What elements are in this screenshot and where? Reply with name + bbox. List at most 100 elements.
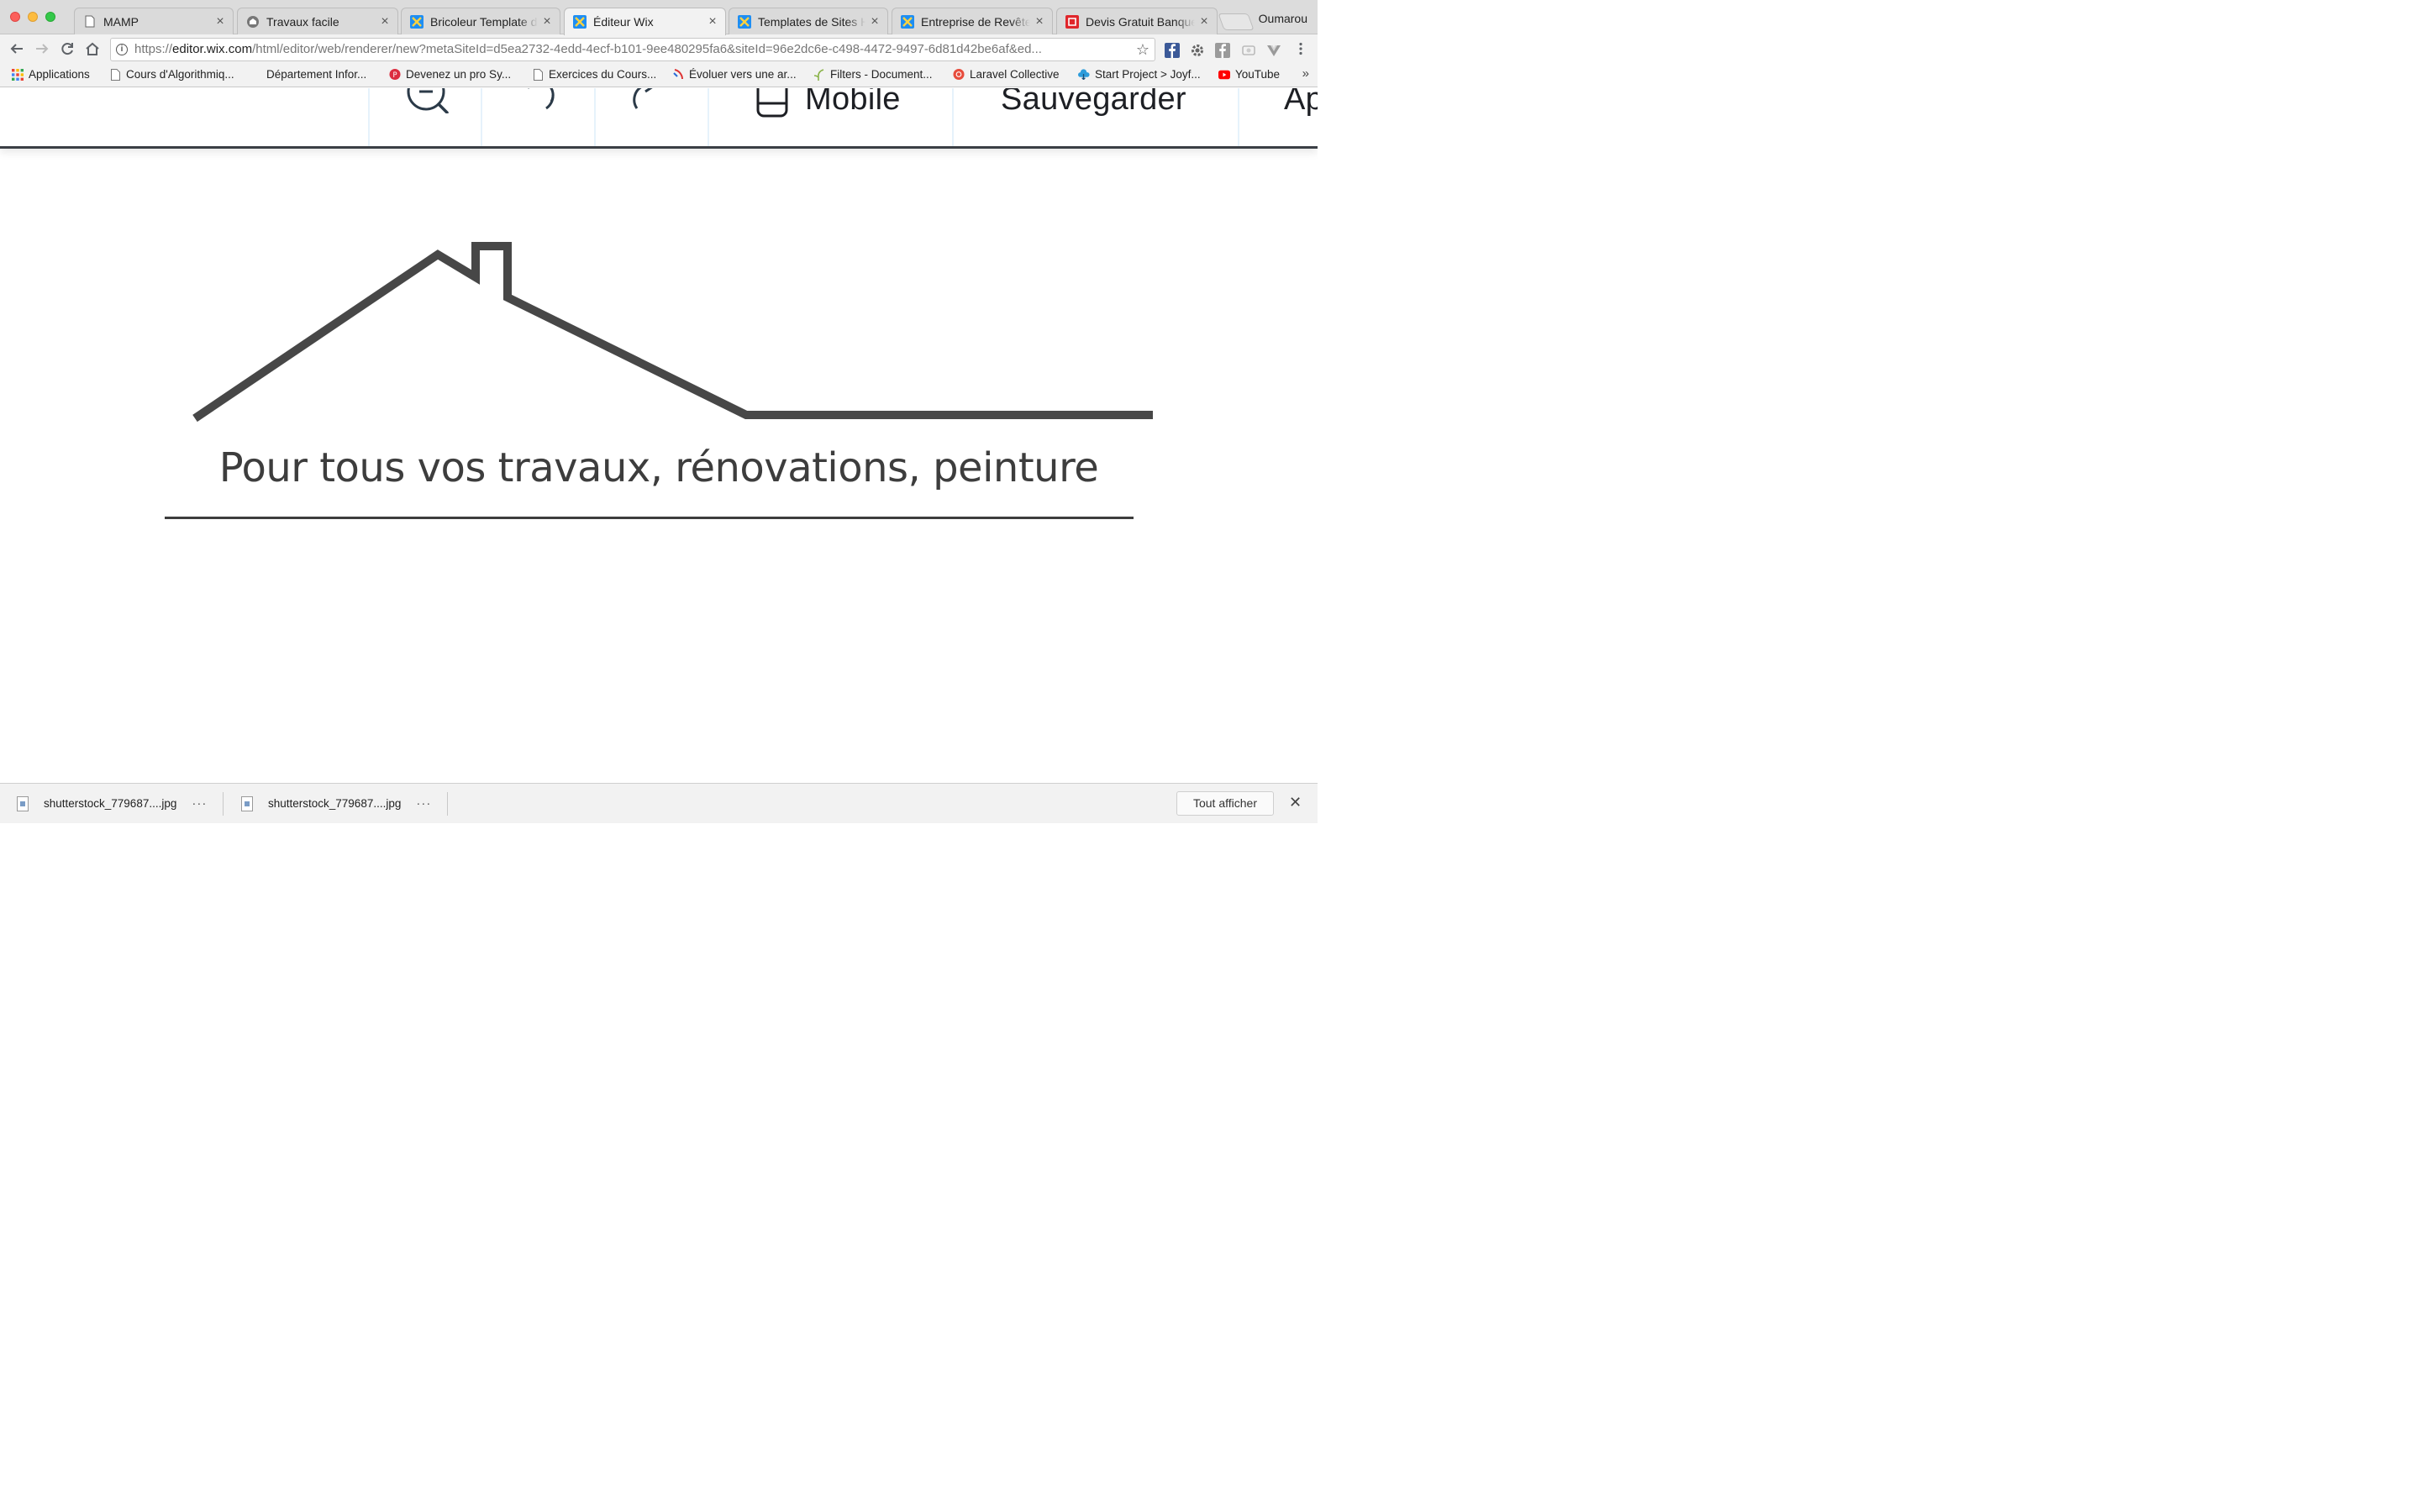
- browser-window: MAMP × Travaux facile × Bricoleur Templa…: [0, 0, 1318, 823]
- bookmark-exercices-cours[interactable]: Exercices du Cours...: [532, 68, 656, 81]
- close-shelf-icon[interactable]: ✕: [1289, 794, 1302, 811]
- close-tab-icon[interactable]: ×: [869, 14, 881, 29]
- bookmark-label: Laravel Collective: [970, 68, 1060, 81]
- minimize-window-button[interactable]: [28, 12, 38, 22]
- bookmark-label: Cours d'Algorithmiq...: [126, 68, 234, 81]
- close-window-button[interactable]: [10, 12, 20, 22]
- close-tab-icon[interactable]: ×: [1198, 14, 1210, 29]
- bookmark-applications[interactable]: Applications: [12, 68, 90, 81]
- tab-title: Bricoleur Template de: [430, 14, 538, 29]
- tab-title: Entreprise de Revêtem: [921, 14, 1030, 29]
- wix-icon: [573, 15, 587, 29]
- new-tab-button[interactable]: [1218, 13, 1255, 30]
- tab-title: Templates de Sites HT: [758, 14, 865, 29]
- bookmark-label: YouTube: [1235, 68, 1281, 81]
- download-item[interactable]: shutterstock_779687....jpg ···: [241, 784, 431, 823]
- gear-extension-icon[interactable]: [1190, 43, 1205, 58]
- facebook-extension-icon[interactable]: [1165, 43, 1180, 58]
- show-all-downloads-button[interactable]: Tout afficher: [1176, 791, 1274, 816]
- forward-button[interactable]: [34, 41, 50, 58]
- download-divider: [223, 792, 224, 816]
- tab-travaux-facile[interactable]: Travaux facile ×: [237, 8, 398, 34]
- download-filename: shutterstock_779687....jpg: [44, 797, 177, 810]
- back-arrow-icon: [10, 44, 23, 54]
- tab-templates-sites[interactable]: Templates de Sites HT ×: [729, 8, 888, 34]
- profile-name[interactable]: Oumarou: [1259, 12, 1307, 25]
- bookmark-label: Filters - Document...: [830, 68, 933, 81]
- tab-devis-gratuit[interactable]: Devis Gratuit Banque ×: [1056, 8, 1218, 34]
- bookmark-departement-info[interactable]: Département Infor...: [266, 68, 366, 81]
- page-icon: [532, 68, 544, 81]
- close-tab-icon[interactable]: ×: [379, 14, 391, 29]
- page-content: Mobile Sauvegarder Ap Pour tous vos trav…: [0, 88, 1318, 783]
- close-tab-icon[interactable]: ×: [707, 14, 718, 29]
- screen-capture-extension-icon[interactable]: [1241, 43, 1256, 58]
- bookmark-label: Applications: [29, 68, 90, 81]
- home-icon: [86, 42, 99, 55]
- download-options-icon[interactable]: ···: [416, 796, 431, 811]
- download-item[interactable]: shutterstock_779687....jpg ···: [17, 784, 207, 823]
- home-button[interactable]: [84, 41, 101, 58]
- address-bar[interactable]: i https://editor.wix.com/html/editor/web…: [110, 38, 1155, 61]
- bookmark-label: Département Infor...: [266, 68, 367, 81]
- wix-icon: [738, 14, 751, 29]
- bookmark-laravel-collective[interactable]: Laravel Collective: [953, 68, 1060, 81]
- rocket-icon: [672, 68, 684, 81]
- site-info-icon[interactable]: i: [116, 44, 128, 55]
- tab-mamp[interactable]: MAMP ×: [74, 8, 234, 34]
- bookmark-label: Évoluer vers une ar...: [689, 68, 797, 81]
- wix-icon: [901, 14, 914, 29]
- more-vertical-icon: [1299, 42, 1302, 55]
- hero-tagline: Pour tous vos travaux, rénovations, pein…: [218, 444, 1099, 491]
- browser-toolbar: i https://editor.wix.com/html/editor/web…: [0, 34, 1318, 65]
- close-tab-icon[interactable]: ×: [541, 14, 553, 29]
- forward-arrow-icon: [36, 44, 49, 54]
- tab-title: MAMP: [103, 14, 139, 29]
- jpg-file-icon: [17, 795, 29, 811]
- wix-icon: [410, 14, 424, 29]
- page-icon: [109, 68, 121, 81]
- bookmark-star-icon[interactable]: ☆: [1132, 39, 1150, 60]
- vue-devtools-extension-icon[interactable]: [1266, 43, 1281, 58]
- plant-icon: [813, 68, 825, 81]
- back-button[interactable]: [8, 41, 25, 58]
- facebook-grey-extension-icon[interactable]: [1215, 43, 1230, 58]
- red-icon: [1065, 14, 1079, 29]
- tab-editeur-wix[interactable]: Éditeur Wix ×: [564, 8, 726, 35]
- close-tab-icon[interactable]: ×: [1034, 14, 1045, 29]
- download-options-icon[interactable]: ···: [192, 796, 207, 811]
- close-tab-icon[interactable]: ×: [214, 14, 226, 29]
- browser-menu-button[interactable]: [1292, 41, 1309, 58]
- bookmark-start-project[interactable]: Start Project > Joyf...: [1078, 68, 1201, 81]
- url-path: /html/editor/web/renderer/new?metaSiteId…: [252, 42, 1042, 56]
- tab-entreprise-revetement[interactable]: Entreprise de Revêtem ×: [892, 8, 1053, 34]
- download-divider: [447, 792, 448, 816]
- red-circle-icon: [953, 68, 965, 81]
- more-bookmarks-chevron-icon[interactable]: »: [1302, 66, 1309, 81]
- bookmarks-bar: Applications Cours d'Algorithmiq... Dépa…: [0, 65, 1318, 87]
- url-scheme: https://: [134, 42, 173, 56]
- youtube-icon: [1218, 69, 1230, 81]
- url-host: editor.wix.com: [172, 42, 253, 56]
- tagline-underline-divider: [165, 517, 1134, 519]
- tab-bricoleur-template[interactable]: Bricoleur Template de ×: [401, 8, 560, 34]
- bookmark-youtube[interactable]: YouTube: [1218, 68, 1280, 81]
- jpg-file-icon: [241, 795, 253, 811]
- house-roof-logo: [192, 242, 1153, 423]
- bookmark-cours-algorithmique[interactable]: Cours d'Algorithmiq...: [109, 68, 234, 81]
- tab-title: Travaux facile: [266, 14, 339, 29]
- tab-strip: MAMP × Travaux facile × Bricoleur Templa…: [0, 0, 1318, 35]
- reload-icon: [61, 43, 73, 55]
- bookmark-filters-documentation[interactable]: Filters - Document...: [813, 68, 933, 81]
- fullscreen-window-button[interactable]: [45, 12, 55, 22]
- bookmark-devenez-pro[interactable]: P Devenez un pro Sy...: [389, 68, 511, 81]
- tab-title: Devis Gratuit Banque: [1086, 14, 1195, 29]
- download-filename: shutterstock_779687....jpg: [268, 797, 402, 810]
- svg-text:P: P: [392, 71, 397, 79]
- page-icon: [83, 15, 97, 29]
- apps-grid-icon: [12, 68, 24, 81]
- reload-button[interactable]: [59, 41, 76, 58]
- red-circle-icon: P: [389, 68, 401, 81]
- bookmark-evoluer-vers[interactable]: Évoluer vers une ar...: [672, 68, 797, 81]
- bookmark-label: Start Project > Joyf...: [1095, 68, 1201, 81]
